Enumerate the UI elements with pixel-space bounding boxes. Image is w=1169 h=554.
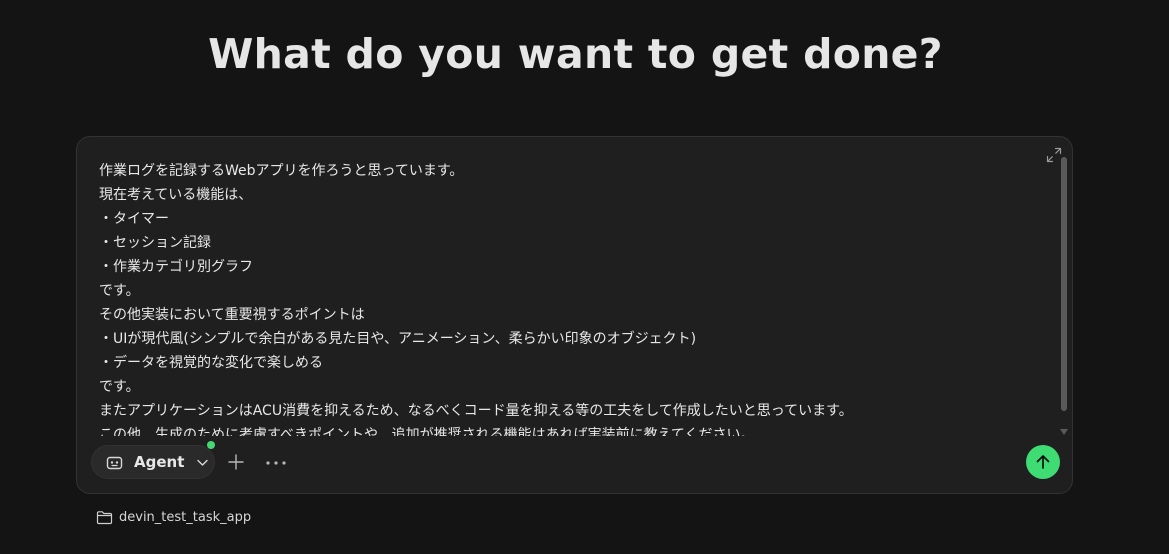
agent-mode-button[interactable]: Agent bbox=[91, 445, 215, 479]
plus-icon bbox=[228, 454, 244, 470]
prompt-composer: 作業ログを記録するWebアプリを作ろうと思っています。 現在考えている機能は、 … bbox=[76, 136, 1073, 494]
page-title: What do you want to get done? bbox=[208, 30, 943, 78]
more-horizontal-icon bbox=[266, 461, 286, 465]
arrow-up-icon bbox=[1036, 455, 1050, 469]
more-options-button[interactable] bbox=[265, 455, 287, 469]
send-button[interactable] bbox=[1026, 445, 1060, 479]
chevron-down-icon bbox=[197, 459, 209, 466]
repo-selector[interactable]: devin_test_task_app bbox=[96, 510, 251, 525]
prompt-textarea[interactable]: 作業ログを記録するWebアプリを作ろうと思っています。 現在考えている機能は、 … bbox=[99, 159, 1054, 436]
prompt-text[interactable]: 作業ログを記録するWebアプリを作ろうと思っています。 現在考えている機能は、 … bbox=[99, 159, 1054, 436]
agent-status-dot bbox=[207, 441, 215, 449]
scrollbar-thumb[interactable] bbox=[1061, 157, 1067, 411]
prompt-scrollbar[interactable] bbox=[1060, 149, 1068, 435]
folder-icon bbox=[96, 511, 113, 525]
bot-icon bbox=[106, 456, 123, 469]
agent-mode-label: Agent bbox=[134, 453, 185, 471]
scroll-down-arrow-icon[interactable] bbox=[1060, 429, 1068, 435]
page: What do you want to get done? 作業ログを記録するW… bbox=[0, 0, 1169, 554]
repo-name: devin_test_task_app bbox=[119, 510, 252, 525]
add-attachment-button[interactable] bbox=[227, 453, 245, 471]
composer-toolbar: Agent bbox=[91, 441, 1060, 481]
